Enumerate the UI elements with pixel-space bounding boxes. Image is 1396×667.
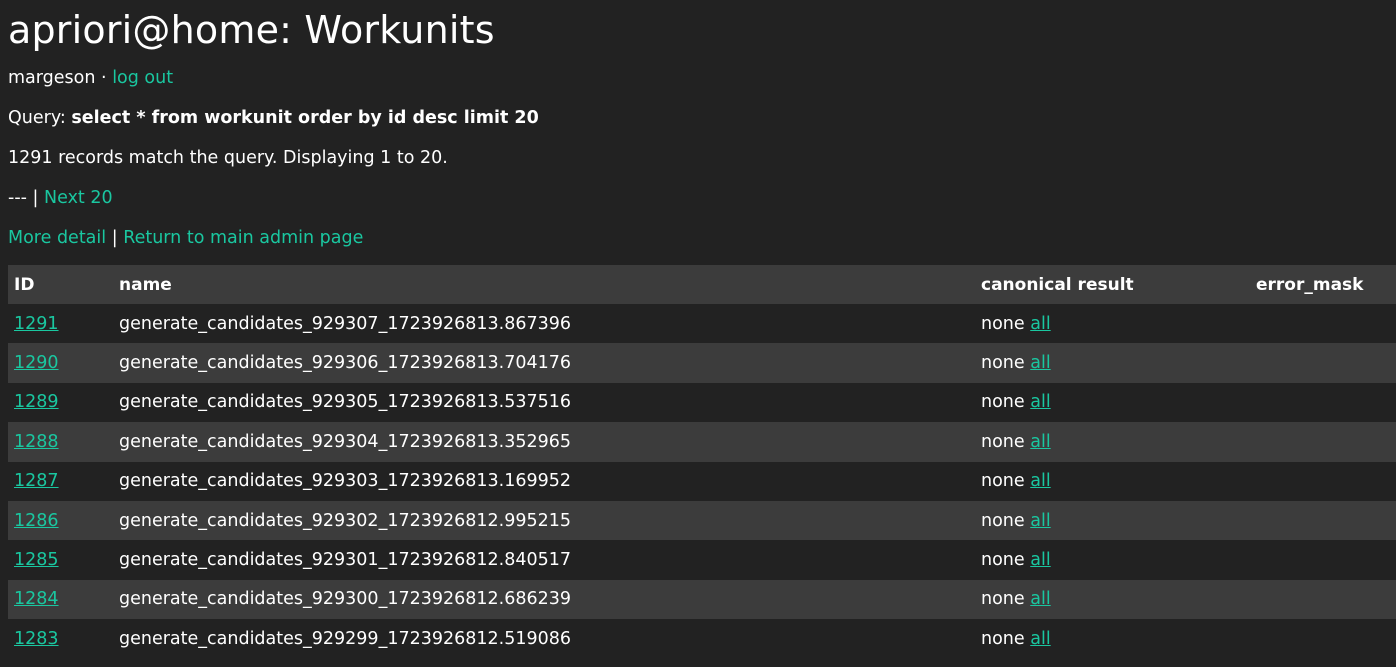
workunit-id-link[interactable]: 1287 (14, 471, 59, 491)
cell-id: 1290 (8, 343, 113, 383)
table-row: 1289 generate_candidates_929305_172392681… (8, 382, 1396, 423)
all-results-link[interactable]: all (1030, 392, 1050, 412)
cell-id: 1291 (8, 304, 113, 344)
cell-canonical-result: none all (975, 619, 1250, 659)
table-row: 1286 generate_candidates_929302_172392681… (8, 500, 1396, 541)
canonical-result-value: none (981, 392, 1025, 413)
user-separator: · (101, 68, 107, 88)
query-label: Query: (8, 108, 66, 128)
query-text: select * from workunit order by id desc … (71, 108, 539, 128)
header-canonical-result: canonical result (975, 265, 1250, 304)
cell-canonical-result: none all (975, 500, 1250, 541)
workunit-id-link[interactable]: 1290 (14, 353, 59, 373)
canonical-result-value: none (981, 628, 1025, 649)
all-results-link[interactable]: all (1030, 629, 1050, 649)
cell-canonical-result: none all (975, 579, 1250, 620)
admin-links-separator: | (111, 228, 118, 248)
canonical-result-value: none (981, 510, 1025, 531)
cell-name: generate_candidates_929300_1723926812.68… (113, 579, 975, 620)
return-admin-link[interactable]: Return to main admin page (123, 228, 363, 248)
cell-error-mask (1250, 619, 1396, 659)
next-page-link[interactable]: Next 20 (44, 188, 113, 208)
table-body: 1291 generate_candidates_929307_172392681… (8, 304, 1396, 659)
cell-error-mask (1250, 500, 1396, 541)
canonical-result-value: none (981, 431, 1025, 452)
workunit-id-link[interactable]: 1291 (14, 314, 59, 334)
workunit-id-link[interactable]: 1283 (14, 629, 59, 649)
cell-name: generate_candidates_929303_1723926813.16… (113, 461, 975, 501)
table-row: 1291 generate_candidates_929307_172392681… (8, 304, 1396, 344)
cell-id: 1288 (8, 422, 113, 462)
cell-error-mask (1250, 540, 1396, 580)
cell-id: 1286 (8, 500, 113, 541)
cell-error-mask (1250, 382, 1396, 423)
header-id: ID (8, 265, 113, 304)
table-row: 1284 generate_candidates_929300_172392681… (8, 579, 1396, 620)
header-error-mask: error_mask (1250, 265, 1396, 304)
cell-canonical-result: none all (975, 461, 1250, 501)
workunit-id-link[interactable]: 1284 (14, 589, 59, 609)
pagination: --- | Next 20 (8, 188, 113, 208)
cell-name: generate_candidates_929306_1723926813.70… (113, 343, 975, 383)
workunit-id-link[interactable]: 1289 (14, 392, 59, 412)
cell-error-mask (1250, 343, 1396, 383)
cell-error-mask (1250, 422, 1396, 462)
cell-id: 1289 (8, 382, 113, 423)
workunit-id-link[interactable]: 1286 (14, 511, 59, 531)
table-row: 1287 generate_candidates_929303_172392681… (8, 461, 1396, 501)
cell-error-mask (1250, 579, 1396, 620)
admin-links: More detail | Return to main admin page (8, 228, 363, 248)
cell-id: 1287 (8, 461, 113, 501)
cell-id: 1283 (8, 619, 113, 659)
workunits-table: ID name canonical result error_mask 1291… (8, 265, 1396, 659)
cell-id: 1284 (8, 579, 113, 620)
workunit-id-link[interactable]: 1288 (14, 432, 59, 452)
cell-name: generate_candidates_929302_1723926812.99… (113, 500, 975, 541)
username: margeson (8, 68, 96, 88)
canonical-result-value: none (981, 313, 1025, 334)
all-results-link[interactable]: all (1030, 353, 1050, 373)
table-row: 1285 generate_candidates_929301_172392681… (8, 540, 1396, 580)
all-results-link[interactable]: all (1030, 511, 1050, 531)
cell-canonical-result: none all (975, 382, 1250, 423)
canonical-result-value: none (981, 550, 1025, 571)
table-row: 1288 generate_candidates_929304_172392681… (8, 422, 1396, 462)
user-line: margeson · log out (8, 68, 173, 88)
records-info: 1291 records match the query. Displaying… (8, 148, 448, 168)
all-results-link[interactable]: all (1030, 314, 1050, 334)
cell-error-mask (1250, 461, 1396, 501)
cell-id: 1285 (8, 540, 113, 580)
canonical-result-value: none (981, 471, 1025, 492)
workunit-id-link[interactable]: 1285 (14, 550, 59, 570)
table-header-row: ID name canonical result error_mask (8, 265, 1396, 304)
canonical-result-value: none (981, 353, 1025, 374)
cell-error-mask (1250, 304, 1396, 344)
cell-name: generate_candidates_929305_1723926813.53… (113, 382, 975, 423)
cell-canonical-result: none all (975, 540, 1250, 580)
cell-name: generate_candidates_929304_1723926813.35… (113, 422, 975, 462)
cell-canonical-result: none all (975, 422, 1250, 462)
table-row: 1283 generate_candidates_929299_172392681… (8, 619, 1396, 659)
cell-name: generate_candidates_929299_1723926812.51… (113, 619, 975, 659)
canonical-result-value: none (981, 589, 1025, 610)
logout-link[interactable]: log out (112, 68, 173, 88)
all-results-link[interactable]: all (1030, 589, 1050, 609)
all-results-link[interactable]: all (1030, 550, 1050, 570)
header-name: name (113, 265, 975, 304)
query-line: Query: select * from workunit order by i… (8, 108, 539, 128)
pagination-separator: | (32, 188, 39, 208)
table-row: 1290 generate_candidates_929306_172392681… (8, 343, 1396, 383)
all-results-link[interactable]: all (1030, 432, 1050, 452)
cell-canonical-result: none all (975, 343, 1250, 383)
all-results-link[interactable]: all (1030, 471, 1050, 491)
pagination-prev: --- (8, 188, 27, 208)
cell-name: generate_candidates_929301_1723926812.84… (113, 540, 975, 580)
page-title: apriori@home: Workunits (8, 8, 495, 52)
cell-canonical-result: none all (975, 304, 1250, 344)
more-detail-link[interactable]: More detail (8, 228, 106, 248)
cell-name: generate_candidates_929307_1723926813.86… (113, 304, 975, 344)
